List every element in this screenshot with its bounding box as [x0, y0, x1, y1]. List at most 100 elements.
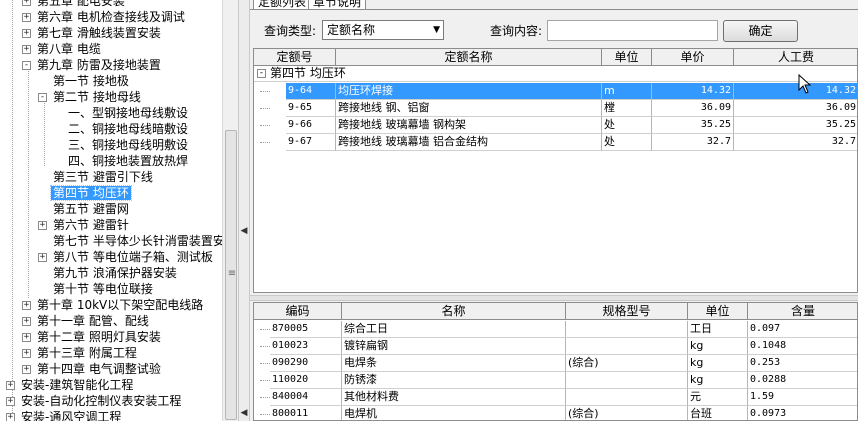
expand-icon[interactable]: +: [38, 253, 47, 262]
tree-item[interactable]: + 第十二章 照明灯具安装: [22, 329, 163, 345]
expand-icon[interactable]: +: [22, 365, 31, 374]
quota-cell-name[interactable]: 跨接地线 玻璃幕墙 铝合金结构: [336, 134, 602, 151]
material-cell-name[interactable]: 防锈漆: [342, 372, 566, 389]
quota-cell-unit[interactable]: 樘: [602, 100, 652, 117]
material-cell-code[interactable]: 870005: [270, 321, 342, 338]
material-cell-name[interactable]: 电焊条: [342, 355, 566, 372]
tree-item[interactable]: + 第六节 避雷针: [38, 217, 131, 233]
material-table[interactable]: 编码 名称 规格型号 单位 含量 870005 综合工日 工日 0.097 010023 镀锌扁钢 k…: [253, 302, 858, 421]
quota-cell-name[interactable]: 跨接地线 钢、铝窗: [336, 100, 602, 117]
tree-item[interactable]: 第一节 接地极: [51, 73, 131, 89]
quota-cell-labor[interactable]: 36.09: [734, 100, 857, 117]
material-cell-name[interactable]: 综合工日: [342, 321, 566, 338]
collapse-icon[interactable]: -: [257, 69, 266, 78]
quota-column-header[interactable]: 人工费: [734, 49, 857, 66]
expand-icon[interactable]: +: [38, 221, 47, 230]
tree-item[interactable]: 第四节 均压环: [50, 185, 132, 201]
tree-scroll-thumb[interactable]: ≡: [225, 130, 237, 420]
material-cell-code[interactable]: 110020: [270, 372, 342, 389]
material-cell-unit[interactable]: 元: [688, 389, 748, 406]
expand-icon[interactable]: +: [6, 381, 15, 390]
quota-cell-labor[interactable]: 35.25: [734, 117, 857, 134]
quota-cell-labor[interactable]: 14.32: [734, 83, 857, 100]
expand-icon[interactable]: +: [6, 413, 15, 421]
quota-column-header[interactable]: 定额号: [254, 49, 336, 66]
query-type-select[interactable]: 定额名称 ▼: [322, 20, 444, 40]
tree-item[interactable]: 第七节 半导体少长针消雷装置安: [51, 233, 222, 249]
material-column-header[interactable]: 名称: [342, 303, 566, 320]
material-cell-spec[interactable]: [566, 372, 688, 389]
quota-column-header[interactable]: 单位: [602, 49, 652, 66]
quota-cell-labor[interactable]: 32.7: [734, 134, 857, 151]
collapse-left-icon[interactable]: ◀: [240, 226, 248, 236]
chapter-tree[interactable]: + 第五章 配电安装 + 第六章 电机检查接线及调试 + 第七章 滑触线装置安装 + 第八章 …: [0, 0, 222, 421]
panel-splitter[interactable]: ◀ ◀: [238, 0, 250, 421]
expand-icon[interactable]: +: [6, 397, 15, 406]
material-cell-unit[interactable]: 台班: [688, 406, 748, 420]
expand-icon[interactable]: +: [22, 0, 31, 6]
material-cell-code[interactable]: 800011: [270, 406, 342, 420]
tree-item[interactable]: + 第八节 等电位端子箱、测试板: [38, 249, 215, 265]
quota-cell-price[interactable]: 35.25: [652, 117, 734, 134]
quota-cell-code[interactable]: 9-65: [286, 100, 336, 117]
material-column-header[interactable]: 编码: [254, 303, 342, 320]
expand-icon[interactable]: +: [22, 317, 31, 326]
quota-cell-price[interactable]: 36.09: [652, 100, 734, 117]
material-column-header[interactable]: 单位: [688, 303, 748, 320]
material-cell-name[interactable]: 镀锌扁钢: [342, 338, 566, 355]
material-cell-qty[interactable]: 0.0288: [748, 372, 857, 389]
tree-item[interactable]: 第五节 避雷网: [51, 201, 131, 217]
tree-item[interactable]: 第九节 浪涌保护器安装: [51, 265, 179, 281]
quota-cell-code[interactable]: 9-67: [286, 134, 336, 151]
material-cell-spec[interactable]: (综合): [566, 406, 688, 420]
tree-item[interactable]: 二、铜接地母线暗敷设: [66, 121, 190, 137]
material-cell-code[interactable]: 840004: [270, 389, 342, 406]
tree-scrollbar[interactable]: ≡: [222, 0, 238, 421]
collapse-icon[interactable]: -: [22, 61, 31, 70]
tree-item[interactable]: 第三节 避雷引下线: [51, 169, 155, 185]
quota-cell-unit[interactable]: 处: [602, 134, 652, 151]
expand-icon[interactable]: +: [22, 45, 31, 54]
tree-item[interactable]: + 安装-自动化控制仪表安装工程: [6, 393, 183, 409]
quota-cell-unit[interactable]: 处: [602, 117, 652, 134]
quota-group-row[interactable]: - 第四节 均压环: [254, 66, 857, 82]
query-content-input[interactable]: [547, 20, 718, 41]
material-cell-qty[interactable]: 0.253: [748, 355, 857, 372]
tree-item[interactable]: 一、型钢接地母线敷设: [66, 105, 190, 121]
tree-item[interactable]: - 第二节 接地母线: [38, 89, 143, 105]
material-cell-qty[interactable]: 0.097: [748, 321, 857, 338]
material-cell-spec[interactable]: (综合): [566, 355, 688, 372]
quota-cell-name[interactable]: 跨接地线 玻璃幕墙 钢构架: [336, 117, 602, 134]
expand-icon[interactable]: +: [22, 301, 31, 310]
material-column-header[interactable]: 含量: [748, 303, 857, 320]
collapse-left-icon[interactable]: ◀: [240, 408, 248, 418]
quota-cell-price[interactable]: 32.7: [652, 134, 734, 151]
dropdown-arrow-icon[interactable]: ▼: [433, 21, 440, 39]
tree-item[interactable]: + 第七章 滑触线装置安装: [22, 25, 163, 41]
quota-table[interactable]: - 第四节 均压环 定额号 定额名称 单位 单价 人工费 9-64 均压环焊接 m 14.32 1…: [253, 48, 858, 293]
tree-item[interactable]: - 第九章 防雷及接地装置: [22, 57, 163, 73]
tree-item[interactable]: + 第十四章 电气调整试验: [22, 361, 163, 377]
material-column-header[interactable]: 规格型号: [566, 303, 688, 320]
tree-item[interactable]: + 第八章 电缆: [22, 41, 103, 57]
tree-item[interactable]: + 第十一章 配管、配线: [22, 313, 151, 329]
tree-item[interactable]: + 第十三章 附属工程: [22, 345, 139, 361]
tree-item[interactable]: + 安装-通风空调工程: [6, 409, 123, 421]
material-cell-name[interactable]: 电焊机: [342, 406, 566, 420]
collapse-icon[interactable]: -: [38, 93, 47, 102]
material-cell-unit[interactable]: kg: [688, 355, 748, 372]
quota-column-header[interactable]: 单价: [652, 49, 734, 66]
quota-cell-code[interactable]: 9-64: [286, 83, 336, 100]
material-cell-code[interactable]: 010023: [270, 338, 342, 355]
tree-item[interactable]: + 第十章 10kV以下架空配电线路: [22, 297, 205, 313]
expand-icon[interactable]: +: [22, 349, 31, 358]
expand-icon[interactable]: +: [22, 13, 31, 22]
expand-icon[interactable]: +: [22, 333, 31, 342]
material-cell-spec[interactable]: [566, 321, 688, 338]
tree-item[interactable]: + 第六章 电机检查接线及调试: [22, 9, 187, 25]
material-cell-code[interactable]: 090290: [270, 355, 342, 372]
material-cell-spec[interactable]: [566, 389, 688, 406]
quota-cell-price[interactable]: 14.32: [652, 83, 734, 100]
material-cell-qty[interactable]: 0.0973: [748, 406, 857, 420]
material-cell-name[interactable]: 其他材料费: [342, 389, 566, 406]
